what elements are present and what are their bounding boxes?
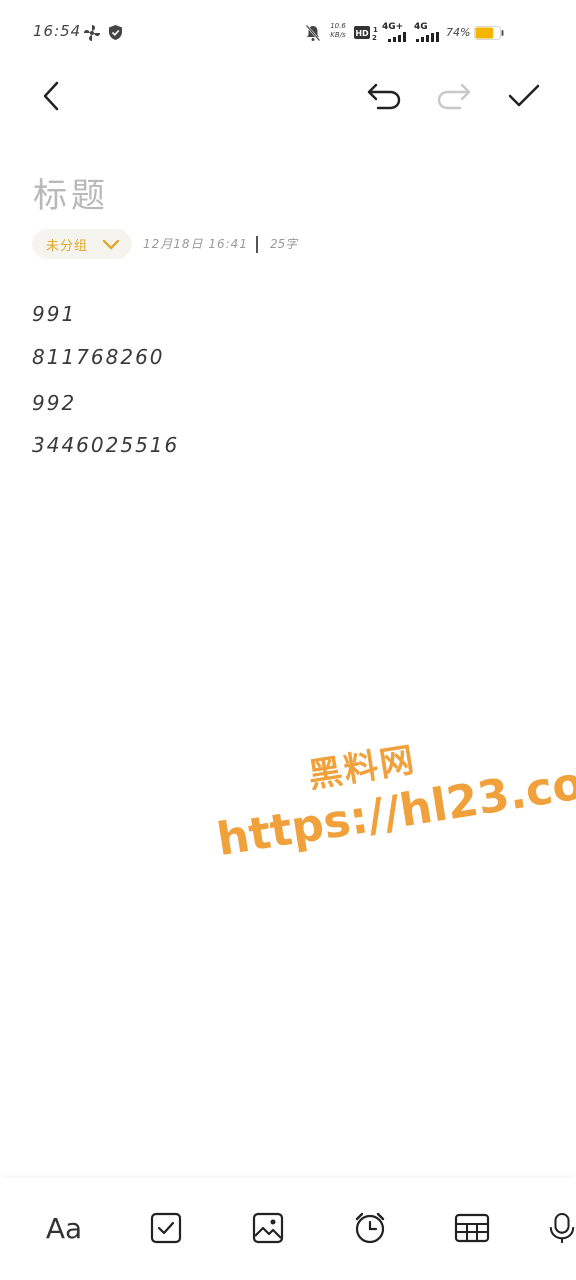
battery-icon — [474, 26, 504, 40]
note-timestamp: 12月18日 16:41 — [143, 237, 248, 251]
status-bar: 16:54 10.6 KB/s HD 1 2 4G+ 4G 74% — [0, 0, 576, 66]
editor-toolbar — [0, 66, 576, 128]
done-button[interactable] — [502, 74, 546, 118]
font-icon: Aa — [45, 1211, 83, 1245]
hd-text: HD — [355, 29, 369, 38]
table-button[interactable] — [450, 1206, 494, 1250]
redo-icon — [437, 83, 471, 110]
checklist-icon — [150, 1212, 182, 1244]
status-time: 16:54 — [33, 22, 82, 40]
image-icon — [252, 1212, 284, 1244]
undo-button[interactable] — [362, 74, 406, 118]
voice-button[interactable] — [548, 1206, 576, 1250]
battery-percent: 74% — [446, 26, 471, 39]
back-button[interactable] — [30, 74, 74, 118]
image-button[interactable] — [246, 1206, 290, 1250]
note-line: 3446025516 — [32, 433, 180, 457]
note-title-input[interactable]: 标题 — [33, 168, 109, 217]
sim2-signal: 4G — [414, 22, 442, 42]
speed-value: 10.6 — [330, 22, 346, 30]
note-line: 991 — [32, 302, 77, 326]
alarm-button[interactable] — [348, 1206, 392, 1250]
checklist-button[interactable] — [144, 1206, 188, 1250]
chevron-left-icon — [43, 81, 59, 111]
shield-icon — [109, 25, 122, 40]
char-count: 25字 — [270, 237, 298, 251]
microphone-icon — [549, 1212, 575, 1243]
table-icon — [454, 1213, 490, 1243]
signal-bars-icon — [388, 32, 406, 42]
chevron-down-icon — [102, 239, 120, 250]
font-button[interactable]: Aa — [42, 1206, 86, 1250]
svg-text:1: 1 — [373, 26, 378, 34]
undo-icon — [367, 83, 401, 110]
note-line: 992 — [32, 391, 77, 415]
watermark: 黑料网 https://hl23.co — [200, 674, 576, 888]
meta-divider — [256, 236, 258, 253]
svg-text:2: 2 — [372, 34, 377, 41]
sim2-net-label: 4G — [414, 22, 428, 32]
hd-icon: HD 1 2 — [354, 26, 378, 41]
note-line: 811768260 — [32, 345, 165, 369]
check-icon — [508, 84, 540, 107]
network-speed: 10.6 KB/s — [328, 22, 348, 40]
sim1-net-label: 4G+ — [382, 22, 404, 32]
bell-muted-icon — [305, 24, 321, 42]
group-label: 未分组 — [46, 238, 89, 254]
group-selector[interactable]: 未分组 — [32, 229, 132, 259]
alarm-icon — [355, 1212, 385, 1244]
sim1-signal: 4G+ — [382, 22, 410, 42]
signal-bars-icon — [416, 32, 439, 42]
speed-unit: KB/s — [330, 31, 346, 39]
fan-icon — [84, 25, 100, 41]
redo-button[interactable] — [432, 74, 476, 118]
format-toolbar: Aa — [0, 1178, 576, 1280]
